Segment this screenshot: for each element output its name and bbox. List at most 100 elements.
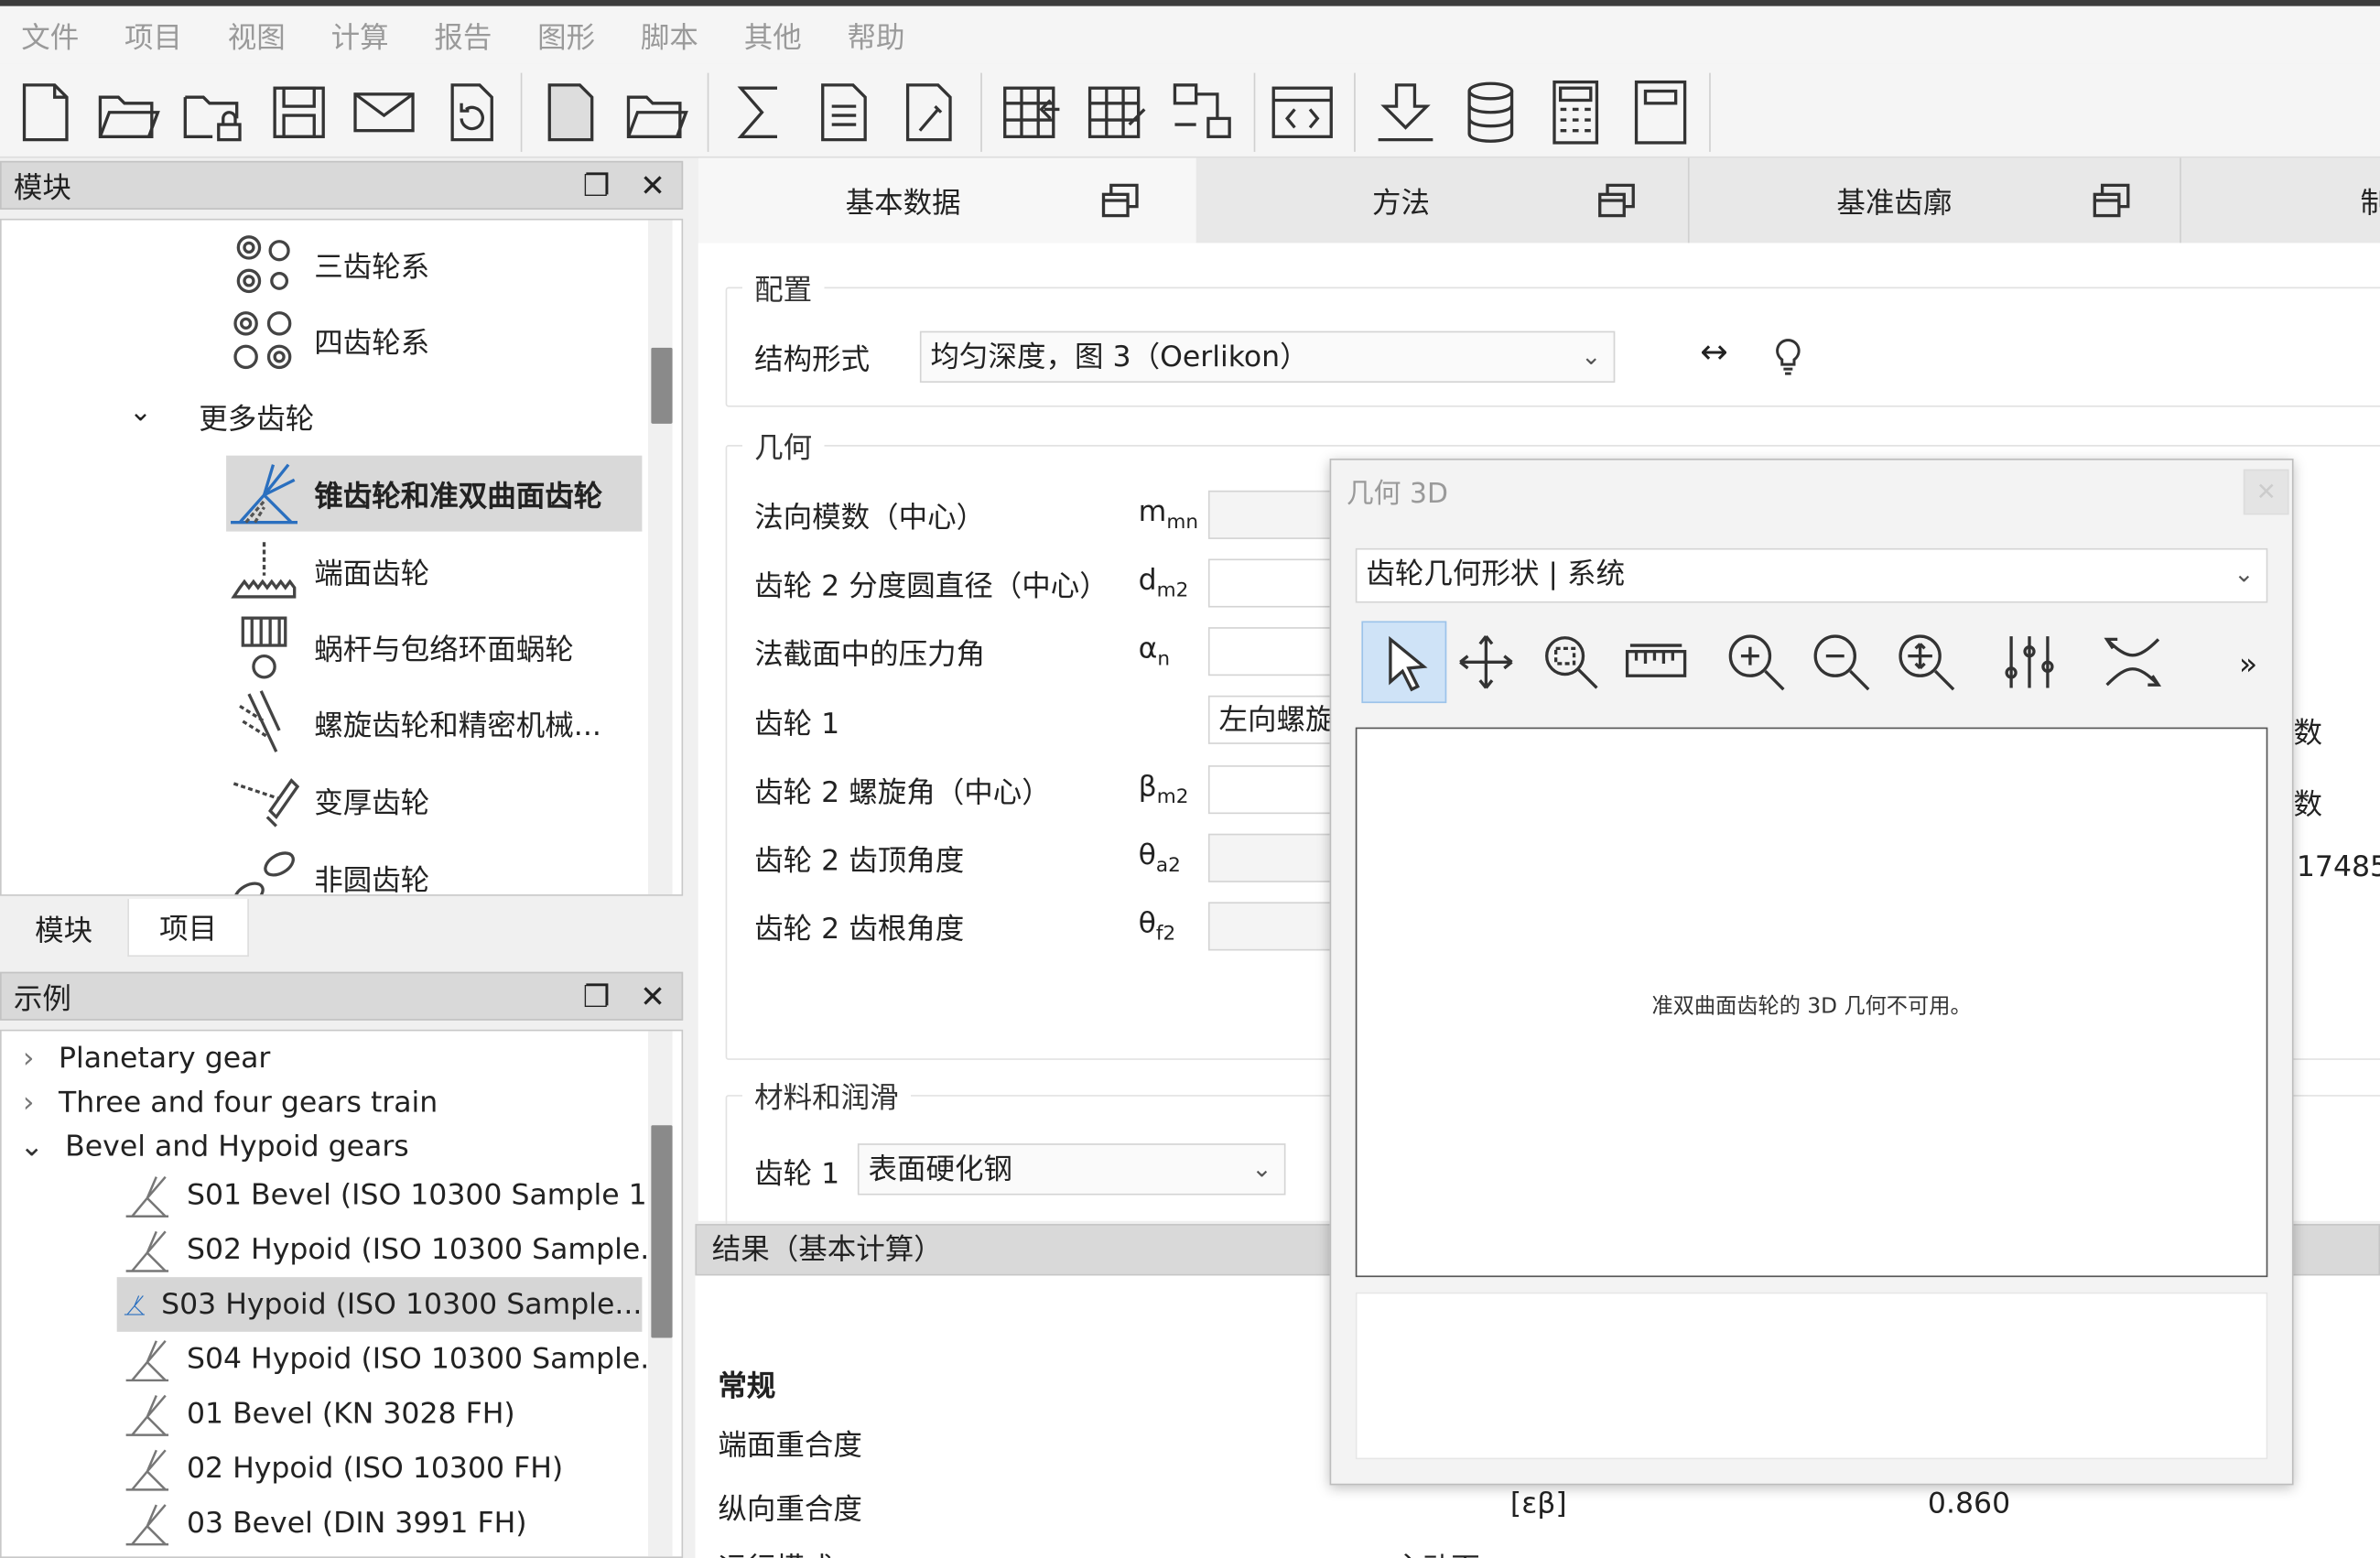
helical-gear-icon	[226, 687, 302, 760]
module-face-gear[interactable]: 端面齿轮	[226, 533, 642, 609]
database-icon[interactable]	[1457, 79, 1524, 146]
menu-other[interactable]: 其他	[744, 15, 802, 56]
menu-file[interactable]: 文件	[21, 15, 79, 56]
module-bevel-hypoid[interactable]: 锥齿轮和准双曲面齿轮	[226, 455, 643, 532]
tab-method[interactable]: 方法	[1199, 158, 1685, 243]
module-label: 四齿轮系	[314, 325, 430, 360]
lightbulb-icon[interactable]	[1773, 337, 1803, 376]
example-label: S01 Bevel (ISO 10300 Sample 1...	[186, 1178, 675, 1212]
menu-help[interactable]: 帮助	[847, 15, 904, 56]
email-icon[interactable]	[351, 79, 417, 146]
float-panel-icon[interactable]: ❐	[579, 979, 615, 1016]
module-worm-gear[interactable]: 蜗杆与包络环面蜗轮	[226, 609, 642, 685]
example-item[interactable]: 03 Bevel (DIN 3991 FH)	[123, 1496, 527, 1551]
move-icon[interactable]	[1444, 621, 1529, 703]
close-icon[interactable]: ✕	[634, 979, 671, 1016]
grid-arrow-icon[interactable]	[999, 79, 1066, 146]
geometry-view-value: 齿轮几何形状 | 系统	[1366, 557, 1626, 591]
structure-combo[interactable]: 均匀深度，图 3（Oerlikon） ⌄	[919, 330, 1616, 384]
examples-scrollbar[interactable]	[648, 1031, 673, 1557]
module-beveloid-gear[interactable]: 变厚齿轮	[226, 763, 642, 839]
tab-modules[interactable]: 模块	[0, 899, 128, 958]
menu-view[interactable]: 视图	[228, 15, 286, 56]
folder-icon[interactable]	[622, 79, 689, 146]
float-panel-icon[interactable]: ❐	[579, 168, 615, 205]
example-group-bevel-hypoid[interactable]: ⌄ Bevel and Hypoid gears	[20, 1120, 409, 1174]
addendum-angle-input[interactable]	[1207, 833, 1346, 882]
section-icon[interactable]	[2090, 621, 2175, 703]
chevron-down-icon: ⌄	[19, 1130, 44, 1163]
dedendum-angle-input[interactable]	[1207, 902, 1346, 951]
example-label: S02 Hypoid (ISO 10300 Sample...	[186, 1233, 668, 1267]
window-icon[interactable]	[1628, 79, 1694, 146]
code-window-icon[interactable]	[1269, 79, 1336, 146]
zoom-in-icon[interactable]	[1714, 621, 1799, 703]
normal-module-input[interactable]	[1207, 490, 1346, 539]
calculator-icon[interactable]	[1542, 79, 1609, 146]
new-doc-icon[interactable]	[537, 79, 604, 146]
tab-project[interactable]: 项目	[127, 899, 249, 958]
helix-angle-input[interactable]	[1207, 765, 1346, 815]
resize-arrows-icon[interactable]: ↔	[1700, 334, 1728, 372]
new-file-icon[interactable]	[12, 79, 79, 146]
beveloid-gear-icon	[226, 763, 302, 837]
example-item[interactable]: S04 Hypoid (ISO 10300 Sample...	[123, 1332, 667, 1387]
tab-basic-data[interactable]: 基本数据	[698, 157, 1196, 243]
zoom-fit-icon[interactable]	[1884, 621, 1969, 703]
menu-calculate[interactable]: 计算	[331, 15, 389, 56]
three-gears-icon	[226, 228, 302, 301]
save-icon[interactable]	[265, 79, 332, 146]
group-label: Three and four gears train	[59, 1086, 438, 1120]
sigma-icon[interactable]	[726, 79, 793, 146]
float-window-icon	[1598, 183, 1635, 218]
module-four-gears[interactable]: 四齿轮系	[226, 302, 642, 378]
menu-script[interactable]: 脚本	[641, 15, 698, 56]
dedendum-angle-label: 齿轮 2 齿根角度	[754, 912, 965, 947]
module-three-gears[interactable]: 三齿轮系	[226, 226, 642, 302]
edit-doc-icon[interactable]	[895, 79, 962, 146]
pressure-angle-input[interactable]	[1207, 627, 1346, 676]
modules-scrollbar[interactable]	[648, 220, 673, 895]
undo-icon[interactable]	[438, 79, 504, 146]
example-item[interactable]: S02 Hypoid (ISO 10300 Sample...	[123, 1222, 667, 1277]
ruler-icon[interactable]	[1614, 621, 1699, 703]
operating-mode-value: 主动面	[1393, 1546, 1480, 1558]
sliders-icon[interactable]	[1987, 621, 2072, 703]
3d-viewport[interactable]: 准双曲面齿轮的 3D 几何不可用。	[1355, 727, 2268, 1278]
download-icon[interactable]	[1372, 79, 1439, 146]
tab-reference-profile[interactable]: 基准齿廓	[1687, 157, 2177, 243]
module-noncircular-gear[interactable]: 非圆齿轮	[226, 839, 642, 895]
example-item[interactable]: S01 Bevel (ISO 10300 Sample 1...	[123, 1168, 675, 1223]
geometry-view-combo[interactable]: 齿轮几何形状 | 系统 ⌄	[1355, 547, 2268, 603]
close-icon[interactable]: ✕	[634, 168, 671, 205]
example-item-selected[interactable]: S03 Hypoid (ISO 10300 Sample...	[116, 1277, 643, 1332]
chevron-down-icon[interactable]: ⌄	[129, 396, 152, 428]
tab-manufacturing[interactable]: 制	[2180, 157, 2380, 243]
material-gear1-combo[interactable]: 表面硬化钢 ⌄	[857, 1143, 1286, 1196]
helix-direction-combo[interactable]: 左向螺旋	[1207, 695, 1346, 744]
scroll-thumb[interactable]	[651, 1125, 673, 1338]
chevron-right-icon: ›	[22, 1042, 35, 1076]
report-icon[interactable]	[810, 79, 877, 146]
examples-panel-title: 示例	[13, 981, 71, 1015]
open-locked-icon[interactable]	[179, 79, 246, 146]
menu-graphics[interactable]: 图形	[537, 15, 595, 56]
zoom-out-icon[interactable]	[1799, 621, 1884, 703]
close-icon[interactable]: ✕	[2243, 469, 2289, 515]
zoom-window-icon[interactable]	[1529, 621, 1614, 703]
more-tools-icon[interactable]: »	[2239, 645, 2257, 682]
flow-icon[interactable]	[1169, 79, 1236, 146]
menu-project[interactable]: 项目	[124, 15, 182, 56]
pointer-icon[interactable]	[1361, 621, 1447, 704]
example-item[interactable]: 01 Bevel (KN 3028 FH)	[123, 1387, 515, 1442]
scroll-thumb[interactable]	[651, 347, 673, 424]
dialog-info-area	[1355, 1292, 2268, 1460]
grid-edit-icon[interactable]	[1084, 79, 1151, 146]
group-more-gears[interactable]: 更多齿轮	[199, 396, 314, 438]
open-folder-icon[interactable]	[94, 79, 161, 146]
module-helical-gear[interactable]: 螺旋齿轮和精密机械...	[226, 685, 642, 761]
menu-report[interactable]: 报告	[434, 15, 492, 56]
example-item[interactable]: 02 Hypoid (ISO 10300 FH)	[123, 1441, 563, 1496]
bevel-gear-icon	[125, 1394, 169, 1436]
pitch-diameter-input[interactable]	[1207, 558, 1346, 608]
